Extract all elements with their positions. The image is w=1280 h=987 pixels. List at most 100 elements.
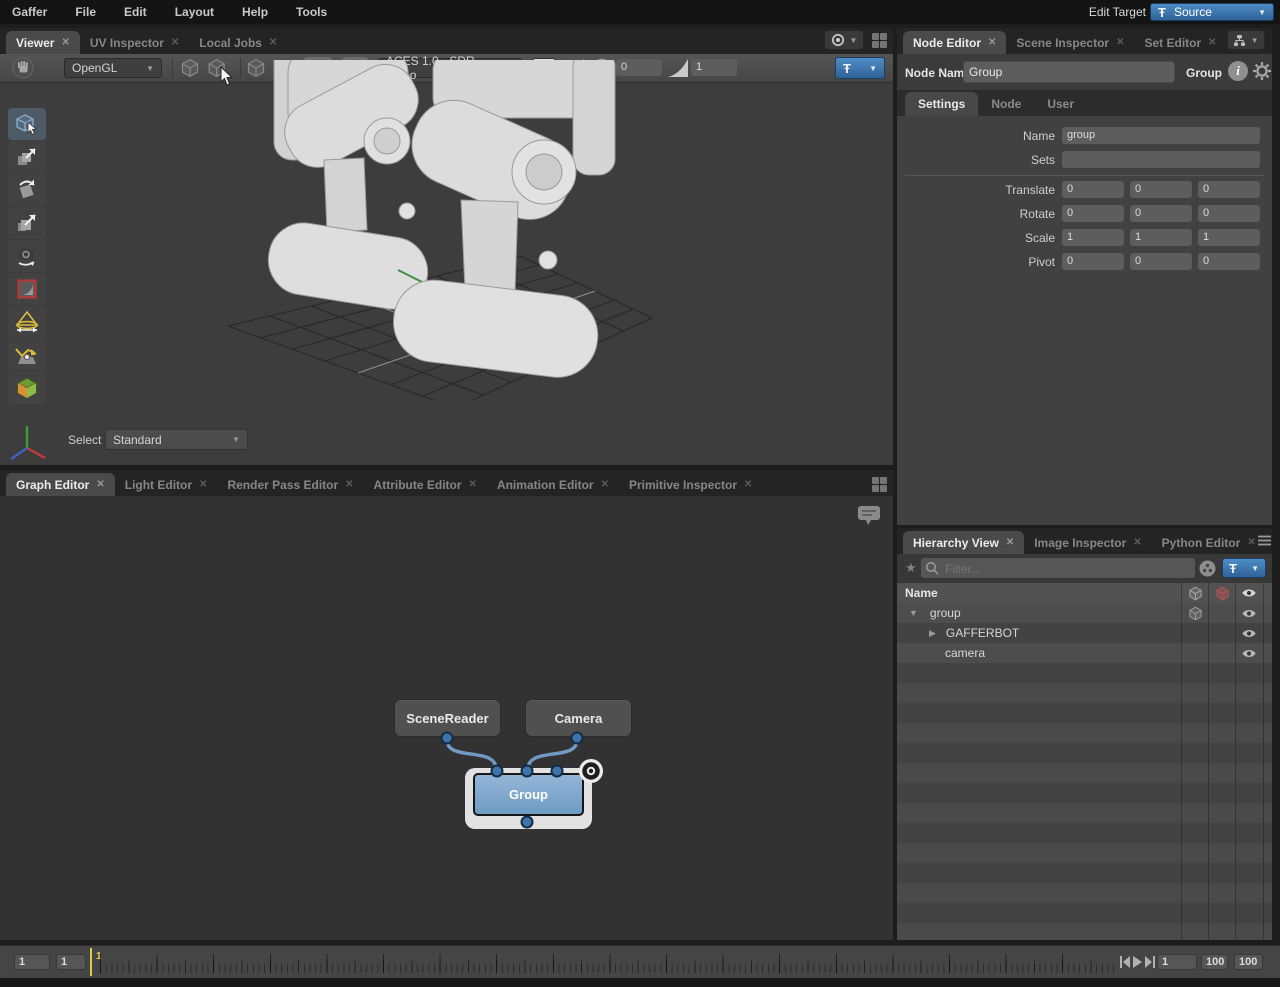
rotate-z-field[interactable]: 0: [1198, 205, 1260, 222]
tab-uv-inspector[interactable]: UV Inspector ✕: [80, 31, 189, 54]
name-column-header[interactable]: Name: [905, 586, 938, 600]
gamma-icon[interactable]: [667, 58, 689, 78]
visibility-eye-icon[interactable]: [1241, 608, 1257, 619]
scale-tool-button[interactable]: [8, 207, 46, 239]
close-icon[interactable]: ✕: [1208, 37, 1216, 48]
close-icon[interactable]: ✕: [61, 37, 69, 48]
exclusions-cube-icon[interactable]: [1215, 586, 1230, 601]
timeline-range-start-field[interactable]: 1: [14, 954, 50, 970]
timeline-end-frame-field[interactable]: 100: [1234, 954, 1263, 970]
tab-image-inspector[interactable]: Image Inspector ✕: [1024, 531, 1151, 554]
row-group[interactable]: ▼ group: [897, 603, 1272, 623]
expanded-icon[interactable]: ▼: [909, 608, 918, 618]
layout-grid-icon[interactable]: [872, 477, 887, 492]
row-gafferbot[interactable]: ▶ GAFFERBOT: [897, 623, 1272, 643]
rotate-x-field[interactable]: 0: [1062, 205, 1124, 222]
tab-scene-inspector[interactable]: Scene Inspector ✕: [1006, 31, 1134, 54]
tab-local-jobs[interactable]: Local Jobs ✕: [189, 31, 287, 54]
close-icon[interactable]: ✕: [1133, 537, 1141, 548]
node-name-input[interactable]: [963, 61, 1175, 83]
timeline-current-field-left[interactable]: 1: [56, 954, 86, 970]
viewport-3d-scene[interactable]: [228, 60, 658, 400]
close-icon[interactable]: ✕: [1006, 537, 1014, 548]
subtab-node[interactable]: Node: [978, 92, 1034, 116]
pivot-y-field[interactable]: 0: [1130, 253, 1192, 270]
subtab-user[interactable]: User: [1034, 92, 1087, 116]
inclusion-badge-cube-icon[interactable]: [1188, 606, 1203, 621]
close-icon[interactable]: ✕: [1116, 37, 1124, 48]
translate-z-field[interactable]: 0: [1198, 181, 1260, 198]
timeline-ruler[interactable]: [100, 946, 1114, 978]
viewer-focus-menu-button[interactable]: Ŧ ▼: [835, 57, 885, 79]
close-icon[interactable]: ✕: [1247, 537, 1255, 548]
camera-tool-button[interactable]: [8, 240, 46, 272]
visibility-eye-icon[interactable]: [1241, 628, 1257, 639]
pivot-z-field[interactable]: 0: [1198, 253, 1260, 270]
crop-window-tool-button[interactable]: [8, 273, 46, 305]
node-scenereader[interactable]: SceneReader: [394, 699, 501, 737]
tab-animation-editor[interactable]: Animation Editor ✕: [487, 473, 619, 496]
gear-icon[interactable]: [1252, 61, 1272, 81]
list-menu-icon[interactable]: [1257, 535, 1271, 546]
close-icon[interactable]: ✕: [345, 479, 353, 490]
close-icon[interactable]: ✕: [171, 37, 179, 48]
edit-scope-tool-button[interactable]: [8, 372, 46, 404]
shading-cube-icon[interactable]: [180, 58, 200, 78]
viewer-pin-menu-button[interactable]: ▼: [824, 30, 864, 50]
scale-z-field[interactable]: 1: [1198, 229, 1260, 246]
light-position-tool-button[interactable]: [8, 339, 46, 371]
menu-file[interactable]: File: [61, 5, 110, 19]
tab-primitive-inspector[interactable]: Primitive Inspector ✕: [619, 473, 762, 496]
gamma-field[interactable]: 1: [691, 59, 737, 76]
close-icon[interactable]: ✕: [601, 479, 609, 490]
edit-target-dropdown[interactable]: Ŧ Source ▼: [1150, 3, 1274, 21]
tab-hierarchy-view[interactable]: Hierarchy View ✕: [903, 531, 1025, 554]
visibility-eye-icon[interactable]: [1241, 648, 1257, 659]
name-field[interactable]: group: [1062, 127, 1260, 144]
inclusions-cube-icon[interactable]: [1188, 586, 1203, 601]
bookmark-star-icon[interactable]: ★: [905, 560, 917, 576]
close-icon[interactable]: ✕: [96, 479, 104, 490]
tab-render-pass-editor[interactable]: Render Pass Editor ✕: [217, 473, 363, 496]
node-camera[interactable]: Camera: [525, 699, 632, 737]
layout-grid-icon[interactable]: [872, 32, 887, 48]
close-icon[interactable]: ✕: [988, 37, 996, 48]
translate-tool-button[interactable]: [8, 141, 46, 173]
menu-tools[interactable]: Tools: [282, 5, 341, 19]
menu-layout[interactable]: Layout: [161, 5, 228, 19]
annotation-bubble-icon[interactable]: [857, 505, 881, 526]
menu-help[interactable]: Help: [228, 5, 282, 19]
tab-graph-editor[interactable]: Graph Editor ✕: [6, 473, 115, 496]
subtab-settings[interactable]: Settings: [905, 92, 979, 116]
timeline-current-frame-field[interactable]: 1: [1157, 954, 1197, 970]
renderer-dropdown[interactable]: OpenGL ▼: [64, 58, 162, 78]
timeline-range-end-field[interactable]: 100: [1201, 954, 1228, 970]
close-icon[interactable]: ✕: [199, 479, 207, 490]
select-tool-button[interactable]: [8, 108, 46, 140]
collapsed-icon[interactable]: ▶: [929, 628, 936, 639]
playhead[interactable]: [90, 948, 92, 976]
tab-python-editor[interactable]: Python Editor ✕: [1152, 531, 1258, 554]
sets-field[interactable]: [1062, 151, 1260, 168]
scale-x-field[interactable]: 1: [1062, 229, 1124, 246]
close-icon[interactable]: ✕: [744, 479, 752, 490]
menu-edit[interactable]: Edit: [110, 5, 161, 19]
translate-x-field[interactable]: 0: [1062, 181, 1124, 198]
select-mode-dropdown[interactable]: Standard ▼: [105, 429, 248, 450]
close-icon[interactable]: ✕: [269, 37, 277, 48]
light-tool-button[interactable]: [8, 306, 46, 338]
set-filter-icon[interactable]: [1199, 560, 1216, 577]
rotate-y-field[interactable]: 0: [1130, 205, 1192, 222]
pan-hand-icon[interactable]: [12, 57, 34, 79]
tab-set-editor[interactable]: Set Editor ✕: [1134, 31, 1226, 54]
tab-attribute-editor[interactable]: Attribute Editor ✕: [364, 473, 487, 496]
hierarchy-focus-menu-button[interactable]: Ŧ ▼: [1222, 558, 1266, 578]
menu-gaffer[interactable]: Gaffer: [12, 5, 61, 19]
node-group[interactable]: Group: [473, 773, 584, 816]
filter-input[interactable]: [943, 558, 1195, 580]
rotate-tool-button[interactable]: [8, 174, 46, 206]
visibility-eye-icon[interactable]: [1241, 587, 1257, 599]
translate-y-field[interactable]: 0: [1130, 181, 1192, 198]
pivot-x-field[interactable]: 0: [1062, 253, 1124, 270]
transport-controls[interactable]: [1120, 956, 1156, 968]
